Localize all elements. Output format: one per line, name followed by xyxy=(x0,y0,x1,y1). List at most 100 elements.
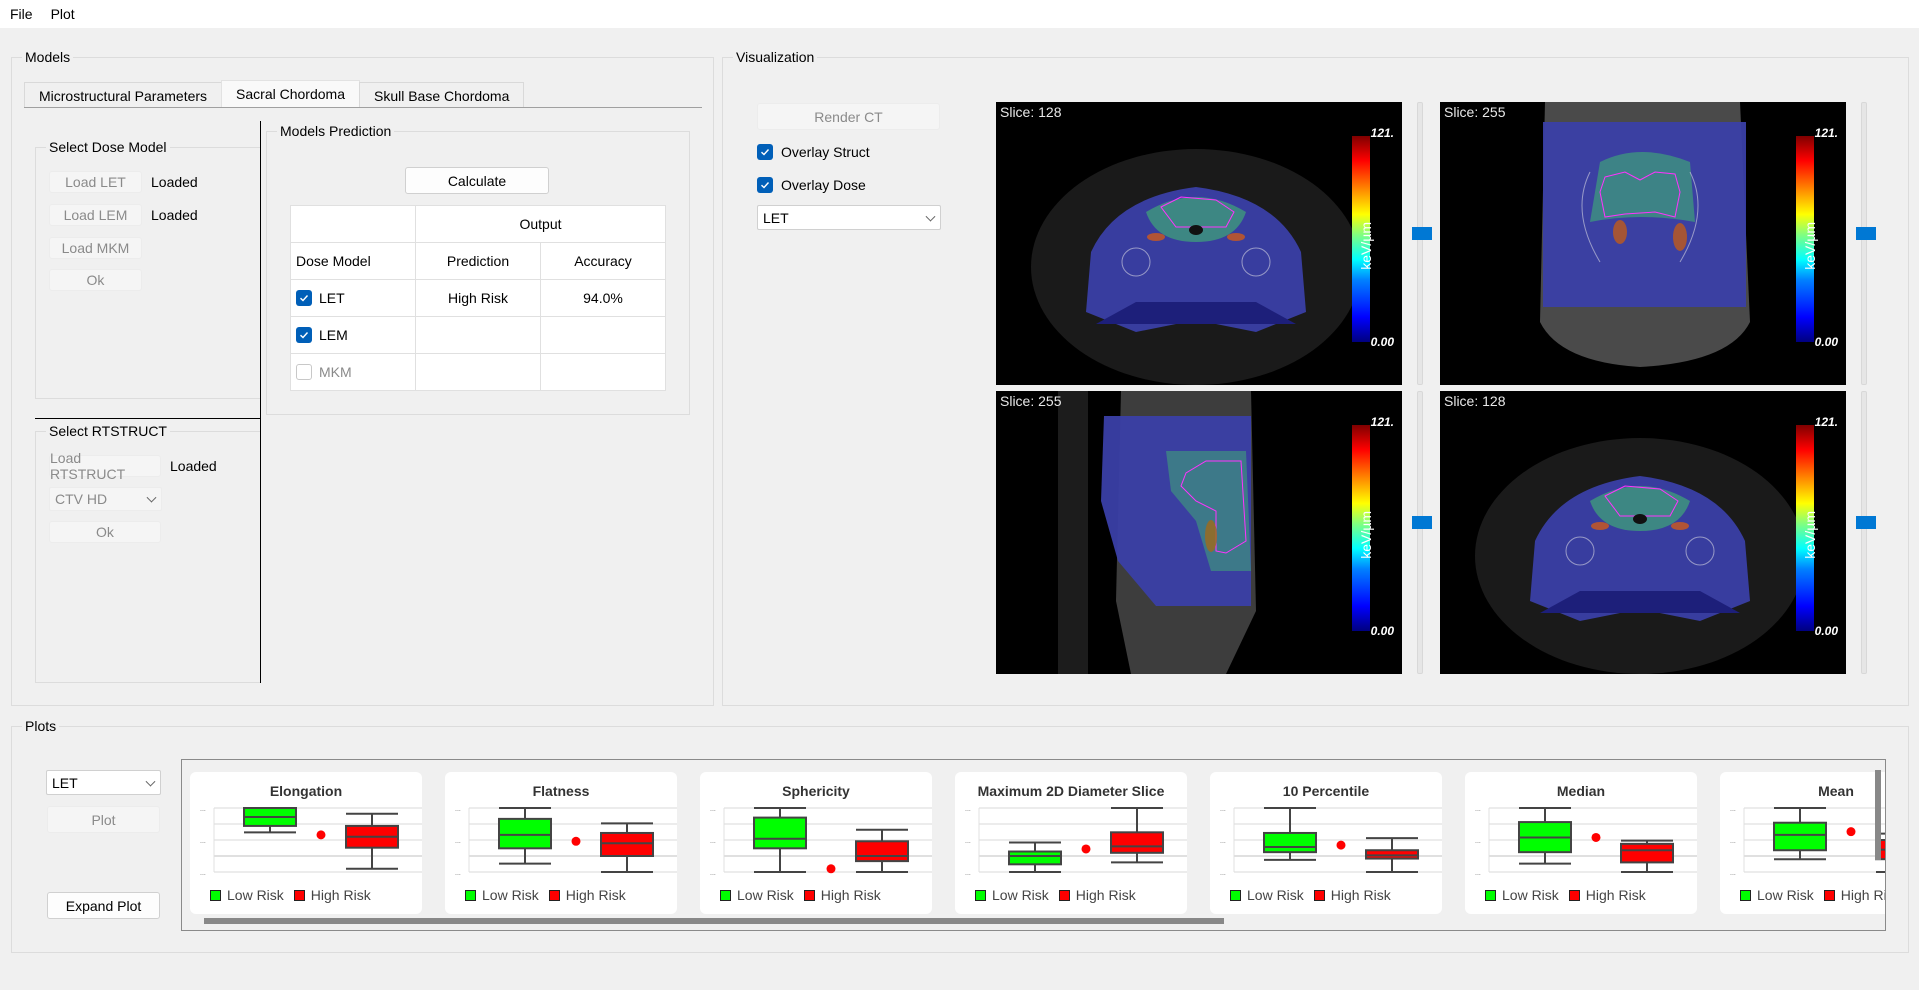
boxplot-card[interactable]: Flatness......... Low Risk High Risk xyxy=(445,772,677,914)
chart-legend: Low Risk High Risk xyxy=(1230,887,1401,903)
load-lem-button[interactable]: Load LEM xyxy=(49,204,142,226)
boxplot-chart: ......... xyxy=(1220,806,1442,877)
slice-slider-bottom-left[interactable] xyxy=(1412,391,1432,674)
plot-dose-select[interactable]: LET xyxy=(46,770,161,795)
tab-microstructural-parameters[interactable]: Microstructural Parameters xyxy=(24,82,223,108)
pane-splitter-horizontal[interactable] xyxy=(35,418,260,419)
colorbar-unit-label: keV/µm xyxy=(1802,511,1818,559)
legend-high-risk: High Risk xyxy=(293,887,371,903)
legend-low-risk: Low Risk xyxy=(1230,887,1304,903)
iqr-box xyxy=(498,817,552,850)
overlay-dose-checkbox[interactable] xyxy=(757,177,773,193)
plots-scroll-area[interactable]: Mean.........Low Risk High RiskMedian...… xyxy=(181,759,1886,931)
menu-file[interactable]: File xyxy=(10,6,33,22)
boxplot-card[interactable]: Elongation......... Low Risk High Risk xyxy=(190,772,422,914)
pane-splitter-vertical[interactable] xyxy=(260,121,261,683)
table-row: MKM xyxy=(290,353,666,391)
header-empty-cell xyxy=(290,205,416,243)
dose-type-value: LET xyxy=(763,209,789,226)
expand-plot-button[interactable]: Expand Plot xyxy=(47,892,160,919)
y-tick-label: ... xyxy=(200,870,206,877)
patient-value-point xyxy=(826,864,836,874)
legend-low-risk: Low Risk xyxy=(1740,887,1814,903)
chart-title: Flatness xyxy=(532,783,590,799)
overlay-struct-toggle[interactable]: Overlay Struct xyxy=(757,144,870,160)
vertical-scrollbar[interactable] xyxy=(1875,770,1881,860)
slice-label: Slice: 128 xyxy=(1444,393,1506,409)
boxplot-card[interactable]: Median......... Low Risk High Risk xyxy=(1465,772,1697,914)
table-row: LEM xyxy=(290,316,666,354)
calculate-button[interactable]: Calculate xyxy=(405,167,549,194)
checkmark-icon xyxy=(761,149,770,156)
low-risk-box xyxy=(1008,841,1062,873)
ct-viewer-top-left[interactable]: Slice: 128 121. 0.00 keV/µm xyxy=(996,102,1402,385)
header-dose-model: Dose Model xyxy=(290,242,416,280)
colorbar-max-label: 121. xyxy=(1370,126,1394,140)
horizontal-scrollbar[interactable] xyxy=(204,918,1224,924)
lem-checkbox[interactable] xyxy=(296,327,312,343)
let-checkbox[interactable] xyxy=(296,290,312,306)
slice-slider-top-right[interactable] xyxy=(1856,102,1876,385)
iqr-box xyxy=(600,831,654,857)
chart-legend: Low Risk High Risk xyxy=(210,887,381,903)
structure-select[interactable]: CTV HD xyxy=(49,487,162,511)
prediction-table: Output Dose Model Prediction Accuracy LE… xyxy=(290,205,666,391)
lem-row-label[interactable]: LEM xyxy=(296,327,415,343)
slice-slider-top-left[interactable] xyxy=(1412,102,1432,385)
rtstruct-ok-button[interactable]: Ok xyxy=(49,521,161,543)
ct-viewer-bottom-left[interactable]: Slice: 255 121. 0.00 keV/µm xyxy=(996,391,1402,674)
let-row-label[interactable]: LET xyxy=(296,290,415,306)
load-mkm-button[interactable]: Load MKM xyxy=(49,237,142,259)
ct-scan-image xyxy=(1031,149,1361,385)
y-tick-label: ... xyxy=(965,870,971,877)
slice-slider-bottom-right[interactable] xyxy=(1856,391,1876,674)
legend-low-risk: Low Risk xyxy=(720,887,794,903)
legend-high-risk: High Risk xyxy=(1823,887,1885,903)
load-let-button[interactable]: Load LET xyxy=(49,171,142,193)
high-risk-box xyxy=(1620,839,1674,873)
let-model-name: LET xyxy=(319,290,345,306)
dose-model-ok-button[interactable]: Ok xyxy=(49,269,142,291)
menu-plot[interactable]: Plot xyxy=(51,6,75,22)
ct-viewer-bottom-right[interactable]: Slice: 128 121. 0.00 keV/µm xyxy=(1440,391,1846,674)
legend-swatch-high xyxy=(803,889,815,901)
select-rtstruct-title: Select RTSTRUCT xyxy=(46,422,170,440)
header-accuracy: Accuracy xyxy=(540,242,666,280)
mkm-checkbox[interactable] xyxy=(296,364,312,380)
legend-high-label: High Risk xyxy=(1330,887,1391,903)
y-tick-label: ... xyxy=(1475,806,1481,813)
overlay-dose-toggle[interactable]: Overlay Dose xyxy=(757,177,866,193)
boxplot-card[interactable]: 10 Percentile......... Low Risk High Risk xyxy=(1210,772,1442,914)
dose-type-select[interactable]: LET xyxy=(757,205,941,230)
header-output: Output xyxy=(415,205,666,243)
mkm-row-label[interactable]: MKM xyxy=(296,364,415,380)
colorbar-max-label: 121. xyxy=(1814,126,1838,140)
load-rtstruct-button[interactable]: Load RTSTRUCT xyxy=(49,450,161,482)
slider-handle[interactable] xyxy=(1412,226,1432,240)
chart-legend: Low Risk High Risk xyxy=(465,887,636,903)
slice-label: Slice: 255 xyxy=(1000,393,1062,409)
tab-sacral-chordoma[interactable]: Sacral Chordoma xyxy=(221,80,360,107)
legend-high-risk: High Risk xyxy=(1058,887,1136,903)
legend-swatch-low xyxy=(720,889,731,901)
slice-label: Slice: 255 xyxy=(1444,104,1506,120)
tab-skull-base-chordoma[interactable]: Skull Base Chordoma xyxy=(358,82,525,108)
boxplot-card[interactable]: Maximum 2D Diameter Slice......... Low Ri… xyxy=(955,772,1187,914)
y-tick-label: ... xyxy=(1220,870,1226,877)
plot-button[interactable]: Plot xyxy=(47,806,160,833)
boxplot-card[interactable]: Sphericity......... Low Risk High Risk xyxy=(700,772,932,914)
mkm-prediction xyxy=(415,353,541,391)
y-tick-label: ... xyxy=(455,806,461,813)
legend-swatch-high xyxy=(548,889,560,901)
chart-title: Maximum 2D Diameter Slice xyxy=(977,783,1165,799)
render-ct-button[interactable]: Render CT xyxy=(757,103,940,130)
slider-handle[interactable] xyxy=(1412,515,1432,529)
slider-handle[interactable] xyxy=(1856,515,1876,529)
models-group-title: Models xyxy=(22,48,74,66)
boxplot-card[interactable]: Mean......... Low Risk High Risk xyxy=(1720,772,1885,914)
legend-swatch-low xyxy=(210,889,221,901)
low-risk-box xyxy=(1263,807,1317,861)
slider-handle[interactable] xyxy=(1856,226,1876,240)
ct-viewer-top-right[interactable]: Slice: 255 121. 0.00 keV/µm xyxy=(1440,102,1846,385)
overlay-struct-checkbox[interactable] xyxy=(757,144,773,160)
